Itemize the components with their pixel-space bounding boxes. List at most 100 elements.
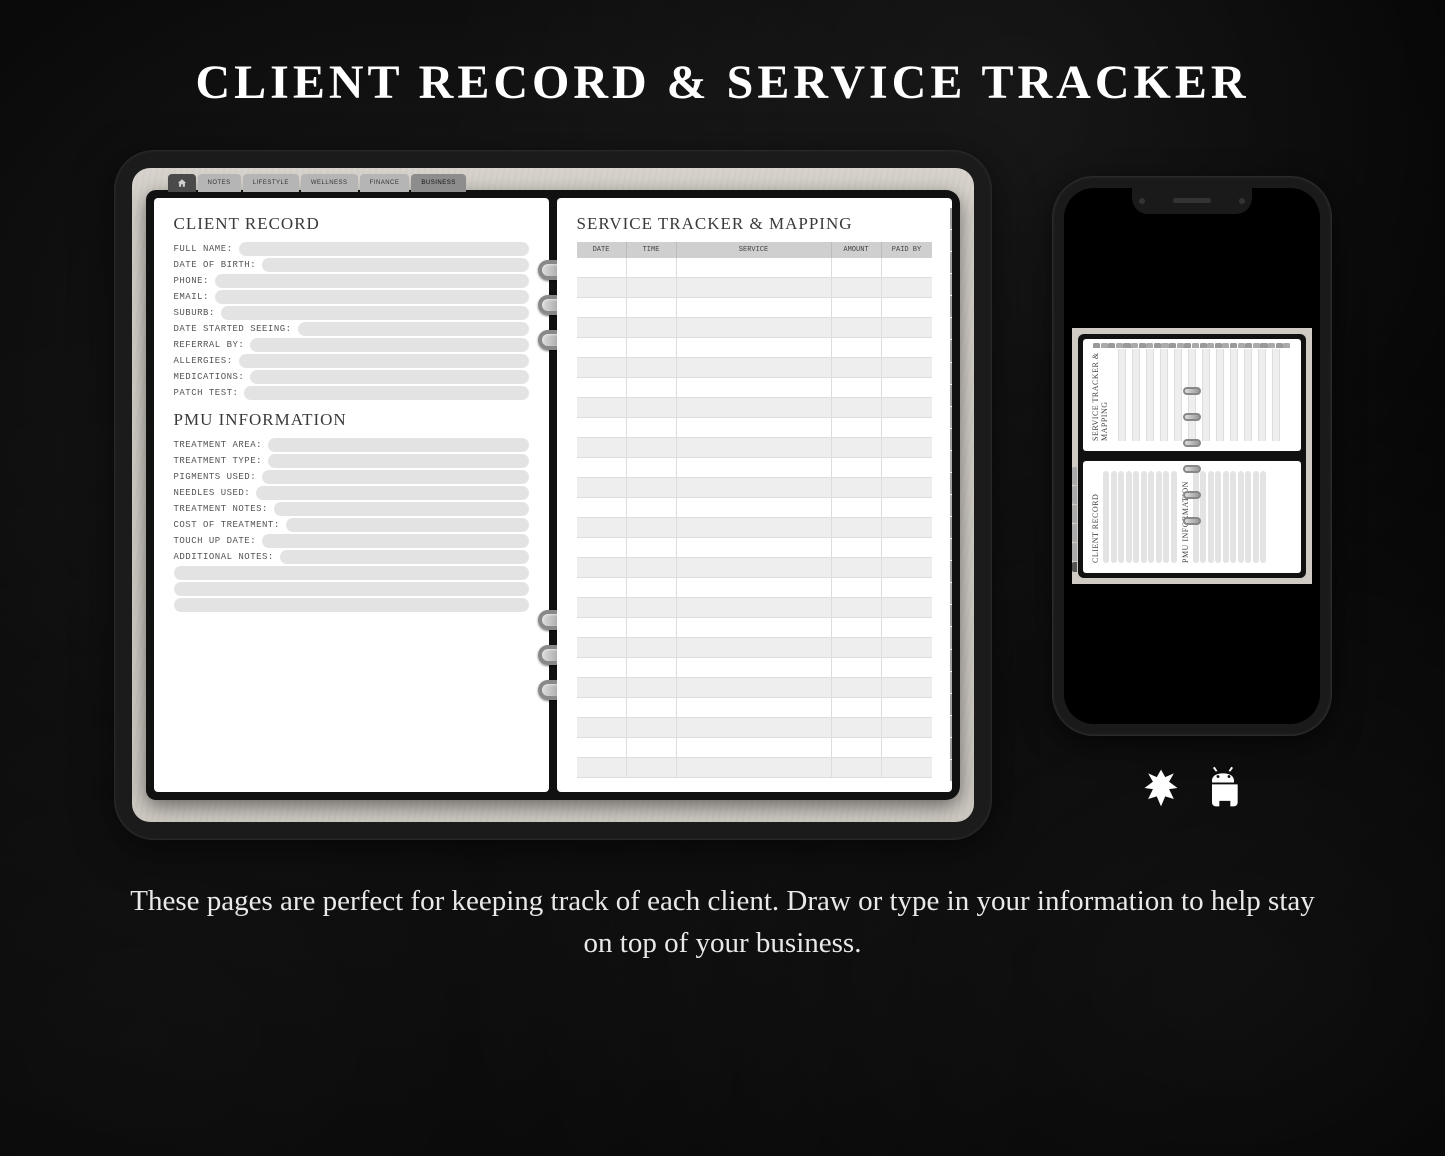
field-input[interactable]	[239, 242, 529, 256]
column-header: DATE	[577, 242, 627, 258]
service-row[interactable]	[577, 598, 932, 618]
tab-business[interactable]: BUSINESS	[411, 174, 465, 192]
alpha-tab-b[interactable]: B	[950, 230, 952, 251]
field-label: PATCH TEST:	[174, 388, 239, 398]
service-row[interactable]	[577, 558, 932, 578]
service-row[interactable]	[577, 378, 932, 398]
alpha-tab-r[interactable]: R	[950, 583, 952, 604]
field-input[interactable]	[298, 322, 529, 336]
service-row[interactable]	[577, 698, 932, 718]
service-row[interactable]	[577, 658, 932, 678]
left-page[interactable]: CLIENT RECORD FULL NAME:DATE OF BIRTH:PH…	[154, 198, 549, 792]
service-row[interactable]	[577, 738, 932, 758]
field-input[interactable]	[250, 338, 528, 352]
service-row[interactable]	[577, 278, 932, 298]
field-label: PHONE:	[174, 276, 209, 286]
service-row[interactable]	[577, 718, 932, 738]
field-input[interactable]	[262, 258, 528, 272]
field-input[interactable]	[262, 470, 528, 484]
field-row: PATCH TEST:	[174, 386, 529, 400]
field-input[interactable]	[239, 354, 529, 368]
field-label: TREATMENT TYPE:	[174, 456, 263, 466]
field-row: TOUCH UP DATE:	[174, 534, 529, 548]
home-tab-icon[interactable]	[168, 174, 196, 192]
phone-top-tabs	[1072, 467, 1077, 572]
alpha-tab-g[interactable]: G	[950, 340, 952, 361]
alpha-tab-j[interactable]: J	[950, 407, 952, 428]
service-row[interactable]	[577, 338, 932, 358]
tab-notes[interactable]: NOTES	[198, 174, 241, 192]
field-input[interactable]	[250, 370, 528, 384]
alpha-tab-y[interactable]: Y	[950, 738, 952, 759]
extra-blank-line[interactable]	[174, 566, 529, 580]
field-row: FULL NAME:	[174, 242, 529, 256]
alpha-tab-i[interactable]: I	[950, 385, 952, 406]
field-row: NEEDLES USED:	[174, 486, 529, 500]
field-label: EMAIL:	[174, 292, 209, 302]
service-row[interactable]	[577, 438, 932, 458]
alpha-index-tabs[interactable]: ABCDEFGHIJKLMNOPQRSTUVWXYZ	[950, 208, 952, 782]
alpha-tab-n[interactable]: N	[950, 495, 952, 516]
alpha-tab-v[interactable]: V	[950, 672, 952, 693]
field-input[interactable]	[268, 454, 528, 468]
field-input[interactable]	[256, 486, 528, 500]
field-input[interactable]	[221, 306, 529, 320]
service-row[interactable]	[577, 298, 932, 318]
tab-finance[interactable]: FINANCE	[360, 174, 410, 192]
alpha-tab-l[interactable]: L	[950, 451, 952, 472]
alpha-tab-u[interactable]: U	[950, 650, 952, 671]
service-row[interactable]	[577, 398, 932, 418]
field-label: DATE OF BIRTH:	[174, 260, 257, 270]
service-row[interactable]	[577, 538, 932, 558]
service-row[interactable]	[577, 758, 932, 778]
service-row[interactable]	[577, 358, 932, 378]
right-page[interactable]: SERVICE TRACKER & MAPPING DATETIMESERVIC…	[557, 198, 952, 792]
service-row[interactable]	[577, 418, 932, 438]
alpha-tab-d[interactable]: D	[950, 274, 952, 295]
service-row[interactable]	[577, 258, 932, 278]
alpha-tab-q[interactable]: Q	[950, 561, 952, 582]
alpha-tab-h[interactable]: H	[950, 363, 952, 384]
extra-blank-line[interactable]	[174, 598, 529, 612]
alpha-tab-t[interactable]: T	[950, 627, 952, 648]
alpha-tab-m[interactable]: M	[950, 473, 952, 494]
field-input[interactable]	[215, 274, 529, 288]
tab-lifestyle[interactable]: LIFESTYLE	[243, 174, 299, 192]
service-row[interactable]	[577, 678, 932, 698]
field-input[interactable]	[262, 534, 528, 548]
alpha-tab-k[interactable]: K	[950, 429, 952, 450]
alpha-tab-s[interactable]: S	[950, 605, 952, 626]
field-input[interactable]	[268, 438, 528, 452]
alpha-tab-x[interactable]: X	[950, 716, 952, 737]
phone-alpha-tabs	[1093, 343, 1291, 348]
alpha-tab-c[interactable]: C	[950, 252, 952, 273]
field-label: DATE STARTED SEEING:	[174, 324, 292, 334]
phone-binder-rings	[1183, 387, 1201, 525]
alpha-tab-w[interactable]: W	[950, 694, 952, 715]
extra-blank-line[interactable]	[174, 582, 529, 596]
field-input[interactable]	[274, 502, 529, 516]
field-input[interactable]	[280, 550, 529, 564]
alpha-tab-z[interactable]: Z	[950, 760, 952, 781]
alpha-tab-p[interactable]: P	[950, 539, 952, 560]
field-input[interactable]	[215, 290, 529, 304]
field-input[interactable]	[244, 386, 528, 400]
service-row[interactable]	[577, 618, 932, 638]
field-input[interactable]	[286, 518, 529, 532]
service-row[interactable]	[577, 318, 932, 338]
alpha-tab-o[interactable]: O	[950, 517, 952, 538]
service-table-body[interactable]	[577, 258, 932, 778]
service-row[interactable]	[577, 498, 932, 518]
service-row[interactable]	[577, 578, 932, 598]
alpha-tab-e[interactable]: E	[950, 296, 952, 317]
service-row[interactable]	[577, 638, 932, 658]
alpha-tab-a[interactable]: A	[950, 208, 952, 229]
service-row[interactable]	[577, 478, 932, 498]
field-label: COST OF TREATMENT:	[174, 520, 280, 530]
alpha-tab-f[interactable]: F	[950, 318, 952, 339]
tab-wellness[interactable]: WELLNESS	[301, 174, 358, 192]
column-header: TIME	[627, 242, 677, 258]
service-row[interactable]	[577, 518, 932, 538]
column-header: AMOUNT	[832, 242, 882, 258]
service-row[interactable]	[577, 458, 932, 478]
